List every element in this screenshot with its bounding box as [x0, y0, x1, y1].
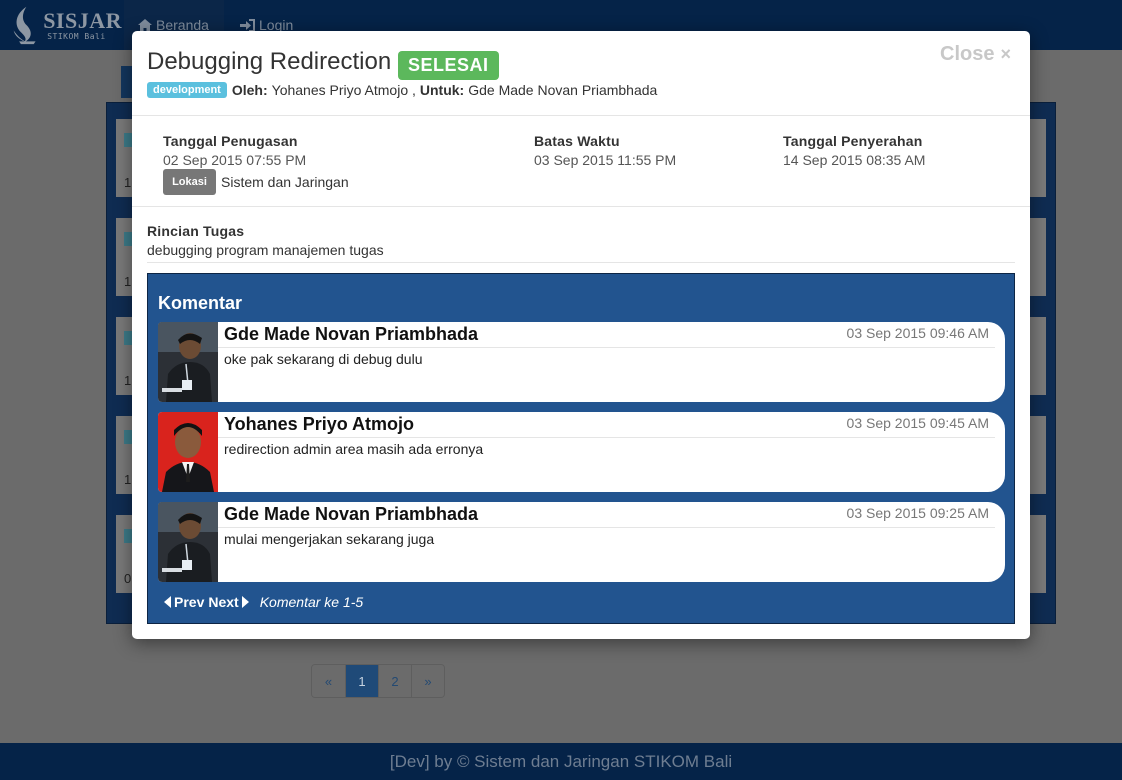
tanggal-penugasan-label: Tanggal Penugasan [163, 133, 298, 149]
batas-waktu-value: 03 Sep 2015 11:55 PM [534, 152, 677, 168]
comment-item: Gde Made Novan Priambhada 03 Sep 2015 09… [158, 502, 1005, 582]
comment-time: 03 Sep 2015 09:25 AM [846, 505, 989, 521]
comment-text: redirection admin area masih ada erronya [224, 441, 484, 457]
tanggal-penyerahan-field: Tanggal Penyerahan 14 Sep 2015 08:35 AM [783, 133, 925, 168]
home-icon [138, 18, 152, 32]
chevron-left-icon [164, 596, 171, 608]
close-label: Close [940, 43, 995, 65]
next-comments-button[interactable]: Next [208, 594, 251, 610]
batas-waktu-label: Batas Waktu [534, 133, 620, 149]
close-icon: × [1000, 44, 1011, 64]
comment-divider [218, 347, 995, 348]
pagination-page-1[interactable]: 1 [345, 665, 378, 697]
brand-logo-icon [13, 6, 36, 45]
rincian-value: debugging program manajemen tugas [147, 242, 384, 258]
tanggal-penugasan-value: 02 Sep 2015 07:55 PM [163, 152, 307, 168]
komentar-range: Komentar ke 1-5 [259, 594, 364, 610]
modal-title: Debugging Redirection [147, 48, 392, 75]
category-badge: development [147, 82, 227, 98]
komentar-panel: Komentar Gde Made Novan Priambhada 03 Se… [147, 273, 1015, 624]
lokasi-field: Lokasi Sistem dan Jaringan [163, 169, 349, 195]
task-info: Tanggal Penugasan 02 Sep 2015 07:55 PM L… [132, 117, 1030, 207]
comment-time: 03 Sep 2015 09:46 AM [846, 325, 989, 341]
oleh-label: Oleh: [231, 82, 268, 98]
next-label: Next [208, 594, 239, 610]
task-meta: development Oleh: Yohanes Priyo Atmojo ,… [147, 82, 657, 98]
comment-author: Gde Made Novan Priambhada [224, 504, 479, 524]
untuk-value: Gde Made Novan Priambhada [468, 82, 658, 98]
comment-divider [218, 527, 995, 528]
chevron-right-icon [241, 596, 249, 608]
tanggal-penugasan-field: Tanggal Penugasan 02 Sep 2015 07:55 PM L… [163, 133, 349, 195]
comment-item: Yohanes Priyo Atmojo 03 Sep 2015 09:45 A… [158, 412, 1005, 492]
prev-comments-button[interactable]: Prev [161, 594, 204, 610]
footer-text: [Dev] by © Sistem dan Jaringan STIKOM Ba… [389, 751, 733, 771]
comment-divider [218, 437, 995, 438]
close-button[interactable]: Close × [940, 43, 1011, 66]
comment-text: oke pak sekarang di debug dulu [224, 351, 423, 367]
avatar [158, 322, 218, 402]
pagination-page-2[interactable]: 2 [378, 665, 411, 697]
comment-author: Yohanes Priyo Atmojo [224, 414, 415, 434]
pagination-prev[interactable]: « [312, 665, 345, 697]
oleh-value: Yohanes Priyo Atmojo , [271, 82, 416, 98]
login-icon [240, 18, 255, 32]
batas-waktu-field: Batas Waktu 03 Sep 2015 11:55 PM [534, 133, 676, 168]
prev-label: Prev [174, 594, 205, 610]
footer: [Dev] by © Sistem dan Jaringan STIKOM Ba… [0, 743, 1122, 780]
status-badge: SELESAI [398, 51, 499, 80]
komentar-title: Komentar [158, 293, 243, 313]
pagination: « 1 2 » [311, 664, 445, 698]
pagination-next[interactable]: » [411, 665, 444, 697]
tanggal-penyerahan-value: 14 Sep 2015 08:35 AM [783, 152, 926, 168]
brand-subtitle: STIKOM Bali [47, 31, 106, 41]
rincian-label: Rincian Tugas [147, 223, 245, 239]
avatar [158, 502, 218, 582]
komentar-pagination: Prev Next Komentar ke 1-5 [161, 594, 363, 610]
brand[interactable]: SISJAR STIKOM Bali [10, 0, 122, 50]
rincian-tugas: Rincian Tugas debugging program manajeme… [147, 223, 1015, 263]
modal-header: Debugging Redirection SELESAI Close × de… [132, 31, 1030, 116]
comment-time: 03 Sep 2015 09:45 AM [846, 415, 989, 431]
task-detail-modal: Debugging Redirection SELESAI Close × de… [132, 31, 1030, 639]
comment-text: mulai mengerjakan sekarang juga [224, 531, 435, 547]
untuk-label: Untuk: [419, 82, 465, 98]
lokasi-value: Sistem dan Jaringan [221, 174, 349, 190]
comment-author: Gde Made Novan Priambhada [224, 324, 479, 344]
avatar [158, 412, 218, 492]
brand-title: SISJAR [43, 7, 122, 33]
lokasi-badge: Lokasi [163, 169, 216, 195]
comment-item: Gde Made Novan Priambhada 03 Sep 2015 09… [158, 322, 1005, 402]
tanggal-penyerahan-label: Tanggal Penyerahan [783, 133, 923, 149]
